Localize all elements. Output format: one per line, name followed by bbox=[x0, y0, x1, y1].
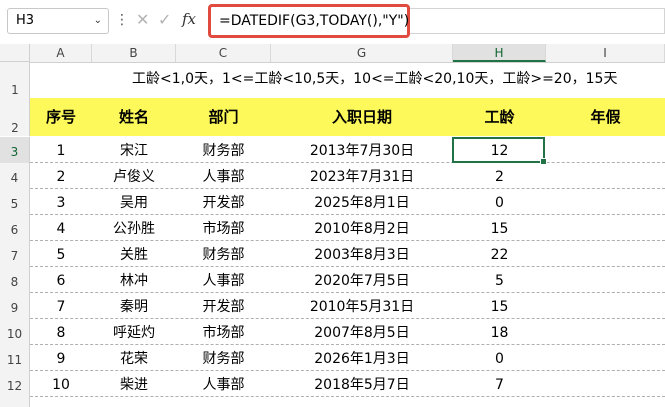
cell-years[interactable]: 18 bbox=[453, 320, 546, 346]
cell-name[interactable]: 卢俊义 bbox=[92, 164, 176, 190]
cell-years[interactable]: 0 bbox=[453, 190, 546, 216]
cell-years[interactable]: 7 bbox=[453, 372, 546, 398]
name-box[interactable]: H3 ⌄ bbox=[7, 8, 109, 34]
row-header-10[interactable]: 10 bbox=[0, 319, 30, 345]
cell-hire-date[interactable]: 2023年7月31日 bbox=[271, 164, 453, 190]
cell-no[interactable]: 1 bbox=[30, 138, 92, 164]
cell-name[interactable]: 秦明 bbox=[92, 294, 176, 320]
selected-cell-h3[interactable] bbox=[452, 137, 547, 165]
header-years[interactable]: 工龄 bbox=[453, 98, 546, 136]
cell-no[interactable]: 4 bbox=[30, 216, 92, 242]
cell-dept[interactable]: 开发部 bbox=[176, 190, 271, 216]
cell-name[interactable]: 柴进 bbox=[92, 372, 176, 398]
header-dept[interactable]: 部门 bbox=[176, 98, 271, 136]
cell-hire-date[interactable]: 2018年5月7日 bbox=[271, 372, 453, 398]
formula-text: =DATEDIF(G3,TODAY(),"Y") bbox=[219, 13, 410, 29]
cell-hire-date[interactable]: 2007年8月5日 bbox=[271, 320, 453, 346]
header-no[interactable]: 序号 bbox=[30, 98, 92, 136]
header-name[interactable]: 姓名 bbox=[92, 98, 176, 136]
row-header-12[interactable]: 12 bbox=[0, 371, 30, 397]
cell-hire-date[interactable]: 2010年5月31日 bbox=[271, 294, 453, 320]
header-hire-date[interactable]: 入职日期 bbox=[271, 98, 453, 136]
cell-years[interactable]: 15 bbox=[453, 216, 546, 242]
column-header-b[interactable]: B bbox=[92, 44, 176, 62]
formula-input-extension[interactable] bbox=[410, 8, 665, 34]
column-header-bar: A B C G H I bbox=[30, 44, 665, 63]
cell-name[interactable]: 宋江 bbox=[92, 138, 176, 164]
cell-dept[interactable]: 人事部 bbox=[176, 372, 271, 398]
column-header-i[interactable]: I bbox=[546, 44, 665, 62]
cell-dept[interactable]: 开发部 bbox=[176, 294, 271, 320]
column-header-h[interactable]: H bbox=[453, 44, 546, 62]
row-header-2[interactable]: 2 bbox=[0, 98, 30, 136]
cell-years[interactable]: 22 bbox=[453, 242, 546, 268]
cell-no[interactable]: 10 bbox=[30, 372, 92, 398]
cell-years[interactable]: 0 bbox=[453, 346, 546, 372]
cell-no[interactable]: 9 bbox=[30, 346, 92, 372]
cell-dept[interactable]: 财务部 bbox=[176, 346, 271, 372]
cell-dept[interactable]: 财务部 bbox=[176, 138, 271, 164]
row-header-4[interactable]: 4 bbox=[0, 163, 30, 189]
cell-hire-date[interactable]: 2026年1月3日 bbox=[271, 346, 453, 372]
enter-check-icon[interactable]: ✓ bbox=[158, 10, 171, 29]
row-header-7[interactable]: 7 bbox=[0, 241, 30, 267]
row-header-3[interactable]: 3 bbox=[0, 137, 30, 163]
cell-name[interactable]: 吴用 bbox=[92, 190, 176, 216]
fill-handle[interactable] bbox=[540, 158, 547, 165]
cell-no[interactable]: 3 bbox=[30, 190, 92, 216]
header-annual-leave[interactable]: 年假 bbox=[546, 98, 665, 136]
cell-hire-date[interactable]: 2013年7月30日 bbox=[271, 138, 453, 164]
column-header-g[interactable]: G bbox=[271, 44, 453, 62]
cell-hire-date[interactable]: 2010年8月2日 bbox=[271, 216, 453, 242]
row-header-13[interactable] bbox=[0, 397, 30, 407]
cell-no[interactable]: 2 bbox=[30, 164, 92, 190]
chevron-down-icon[interactable]: ⌄ bbox=[94, 9, 102, 33]
leave-rule-note[interactable]: 工龄<1,0天，1<=工龄<10,5天，10<=工龄<20,10天，工龄>=20… bbox=[132, 68, 617, 88]
cancel-icon[interactable]: ✕ bbox=[136, 10, 149, 29]
cell-name[interactable]: 花荣 bbox=[92, 346, 176, 372]
name-box-value: H3 bbox=[16, 13, 35, 28]
cell-no[interactable]: 8 bbox=[30, 320, 92, 346]
cell-dept[interactable]: 市场部 bbox=[176, 216, 271, 242]
cell-years[interactable]: 2 bbox=[453, 164, 546, 190]
column-header-c[interactable]: C bbox=[176, 44, 271, 62]
row-header-1[interactable]: 1 bbox=[0, 62, 30, 98]
cell-name[interactable]: 林冲 bbox=[92, 268, 176, 294]
cell-dept[interactable]: 财务部 bbox=[176, 242, 271, 268]
row-header-6[interactable]: 6 bbox=[0, 215, 30, 241]
row-header-8[interactable]: 8 bbox=[0, 267, 30, 293]
formula-input[interactable]: =DATEDIF(G3,TODAY(),"Y") bbox=[208, 4, 410, 38]
insert-function-icon[interactable]: fx bbox=[182, 10, 196, 28]
cell-dept[interactable]: 人事部 bbox=[176, 268, 271, 294]
row-header-5[interactable]: 5 bbox=[0, 189, 30, 215]
cell-name[interactable]: 公孙胜 bbox=[92, 216, 176, 242]
cell-no[interactable]: 6 bbox=[30, 268, 92, 294]
cell-no[interactable]: 5 bbox=[30, 242, 92, 268]
cell-dept[interactable]: 市场部 bbox=[176, 320, 271, 346]
column-header-a[interactable]: A bbox=[30, 44, 92, 62]
cell-hire-date[interactable]: 2003年8月3日 bbox=[271, 242, 453, 268]
cell-years[interactable]: 5 bbox=[453, 268, 546, 294]
row-header-9[interactable]: 9 bbox=[0, 293, 30, 319]
cell-name[interactable]: 呼延灼 bbox=[92, 320, 176, 346]
select-all-corner[interactable] bbox=[0, 44, 30, 62]
row-header-11[interactable]: 11 bbox=[0, 345, 30, 371]
cell-years[interactable]: 15 bbox=[453, 294, 546, 320]
more-options-icon[interactable]: ⋮ bbox=[115, 12, 129, 28]
formula-bar: H3 ⌄ ⋮ ✕ ✓ fx =DATEDIF(G3,TODAY(),"Y") bbox=[0, 0, 665, 44]
cell-hire-date[interactable]: 2020年7月5日 bbox=[271, 268, 453, 294]
cell-dept[interactable]: 人事部 bbox=[176, 164, 271, 190]
cell-name[interactable]: 关胜 bbox=[92, 242, 176, 268]
cell-no[interactable]: 7 bbox=[30, 294, 92, 320]
cell-hire-date[interactable]: 2025年8月1日 bbox=[271, 190, 453, 216]
